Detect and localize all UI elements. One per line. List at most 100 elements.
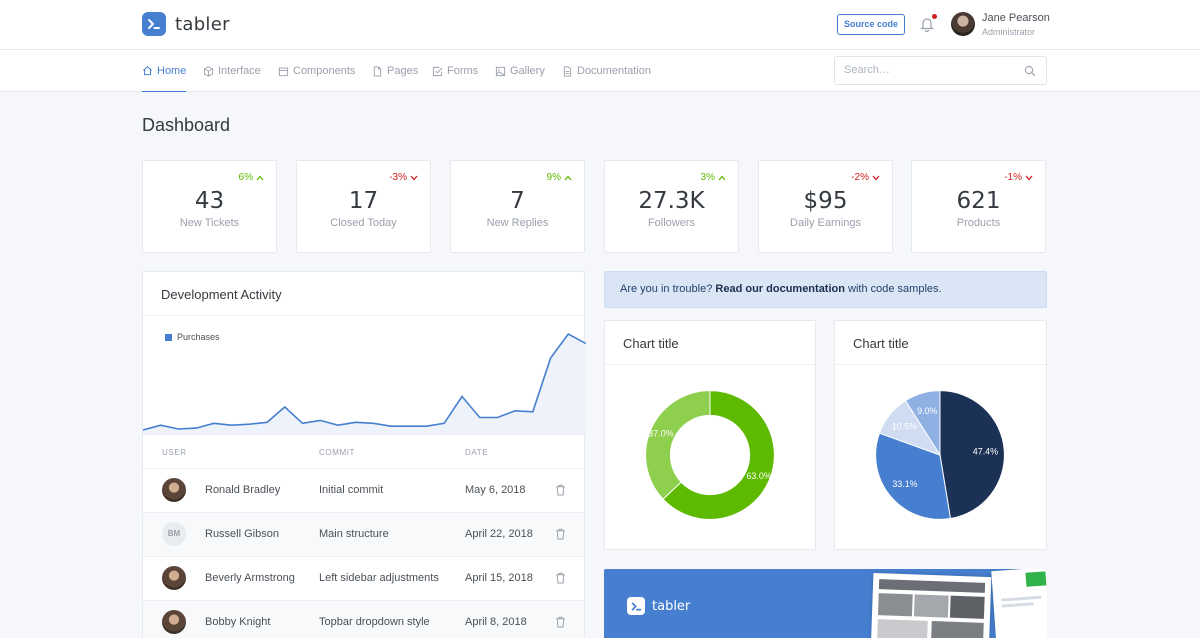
user-avatar[interactable] [951,12,975,36]
stat-value: 43 [194,188,225,214]
notification-dot [932,14,937,19]
slice-label: 63.0% [746,471,771,481]
stat-change-value: -3% [389,172,407,183]
table-row[interactable]: BM Russell Gibson Main structure April 22, … [143,512,584,556]
alert-suffix: with code samples. [848,283,942,295]
nav-item-label: Components [293,65,356,77]
user-role: Administrator [982,27,1036,37]
table-row[interactable]: Ronald Bradley Initial commit May 6, 2018 [143,468,584,512]
column-header-user[interactable]: USER [162,448,187,457]
stat-label: New Replies [486,217,549,229]
stat-card: -1% 621 Products [911,160,1046,253]
logo-mark-icon [627,597,645,615]
image-icon [495,66,506,76]
search-input[interactable] [844,64,1014,76]
stat-change: 3% [701,172,726,183]
column-header-commit[interactable]: COMMIT [319,448,355,457]
commit-cell: Left sidebar adjustments [319,572,439,584]
stat-change: -3% [389,172,418,183]
nav-item-components[interactable]: Components [278,50,355,92]
user-cell: Ronald Bradley [205,484,281,496]
nav-item-label: Forms [447,65,479,77]
logo-mark-icon [142,12,166,36]
search-box [834,56,1047,85]
file-icon [373,65,382,77]
legend-swatch [165,333,172,341]
main-nav: Home Interface Components Pages Forms Ga… [0,50,1200,92]
stat-value: $95 [803,188,848,214]
nav-item-documentation[interactable]: Documentation [562,50,651,92]
chevron-down-icon [1025,175,1033,180]
search-icon[interactable] [1024,65,1036,77]
nav-item-forms[interactable]: Forms [432,50,478,92]
trash-icon[interactable] [555,528,566,540]
stat-change-value: 9% [546,172,561,183]
home-icon [143,65,152,76]
screenshot-preview-image [870,572,992,638]
stat-change: -2% [851,172,880,183]
date-cell: April 22, 2018 [465,528,533,540]
nav-item-home[interactable]: Home [142,50,187,92]
help-alert: Are you in trouble? Read our documentati… [604,271,1047,308]
stat-label: Followers [647,217,696,229]
user-cell: Beverly Armstrong [205,572,295,584]
stat-card: -3% 17 Closed Today [296,160,431,253]
avatar [162,610,186,634]
chevron-up-icon [718,175,726,180]
chevron-down-icon [410,175,418,180]
commit-cell: Topbar dropdown style [319,616,430,628]
documentation-link[interactable]: Read our documentation [715,283,845,295]
legend-label: Purchases [177,332,220,342]
card-title: Chart title [623,336,679,351]
stat-value: 27.3K [638,188,705,214]
box-icon [203,65,214,77]
slice-label: 33.1% [892,479,917,489]
banner-logo: tabler [627,597,690,615]
nav-item-label: Gallery [510,65,545,77]
page-title: Dashboard [142,115,231,135]
promo-banner[interactable]: tabler [604,569,1047,638]
slice-label: 10.5% [892,421,917,431]
user-cell: Bobby Knight [205,616,271,628]
avatar [162,478,186,502]
donut-chart-card: Chart title 63.0% 37.0% [604,320,816,550]
nav-item-interface[interactable]: Interface [203,50,261,92]
series-area-purchases [143,334,586,434]
logo-text: tabler [175,13,230,35]
stat-value: 621 [956,188,1001,214]
trash-icon[interactable] [555,572,566,584]
table-row[interactable]: Bobby Knight Topbar dropdown style April 8… [143,600,584,638]
chevron-up-icon [564,175,572,180]
alert-prefix: Are you in trouble? [620,283,713,295]
chevron-up-icon [256,175,264,180]
stat-label: Daily Earnings [790,217,861,229]
trash-icon[interactable] [555,616,566,628]
stat-label: Closed Today [330,217,397,229]
user-name[interactable]: Jane Pearson [982,12,1050,24]
file-text-icon [563,65,572,77]
slice-label: 37.0% [648,429,673,439]
nav-item-label: Pages [387,65,419,77]
stat-card: 6% 43 New Tickets [142,160,277,253]
slice-label: 47.4% [973,446,998,456]
table-row[interactable]: Beverly Armstrong Left sidebar adjustment… [143,556,584,600]
logo[interactable]: tabler [142,12,230,36]
stat-card: -2% $95 Daily Earnings [758,160,893,253]
nav-item-gallery[interactable]: Gallery [495,50,545,92]
nav-item-pages[interactable]: Pages [372,50,418,92]
stat-label: New Tickets [179,217,240,229]
stat-change-value: 6% [238,172,253,183]
trash-icon[interactable] [555,484,566,496]
stat-card: 3% 27.3K Followers [604,160,739,253]
date-cell: April 8, 2018 [465,616,527,628]
stat-change-value: -2% [851,172,869,183]
stat-label: Products [956,217,1001,229]
card-title: Development Activity [161,287,282,302]
check-square-icon [432,66,443,76]
source-code-button[interactable]: Source code [837,14,906,35]
commit-cell: Initial commit [319,484,384,496]
date-cell: April 15, 2018 [465,572,533,584]
column-header-date[interactable]: DATE [465,448,488,457]
stat-card: 9% 7 New Replies [450,160,585,253]
nav-item-label: Documentation [577,65,651,77]
